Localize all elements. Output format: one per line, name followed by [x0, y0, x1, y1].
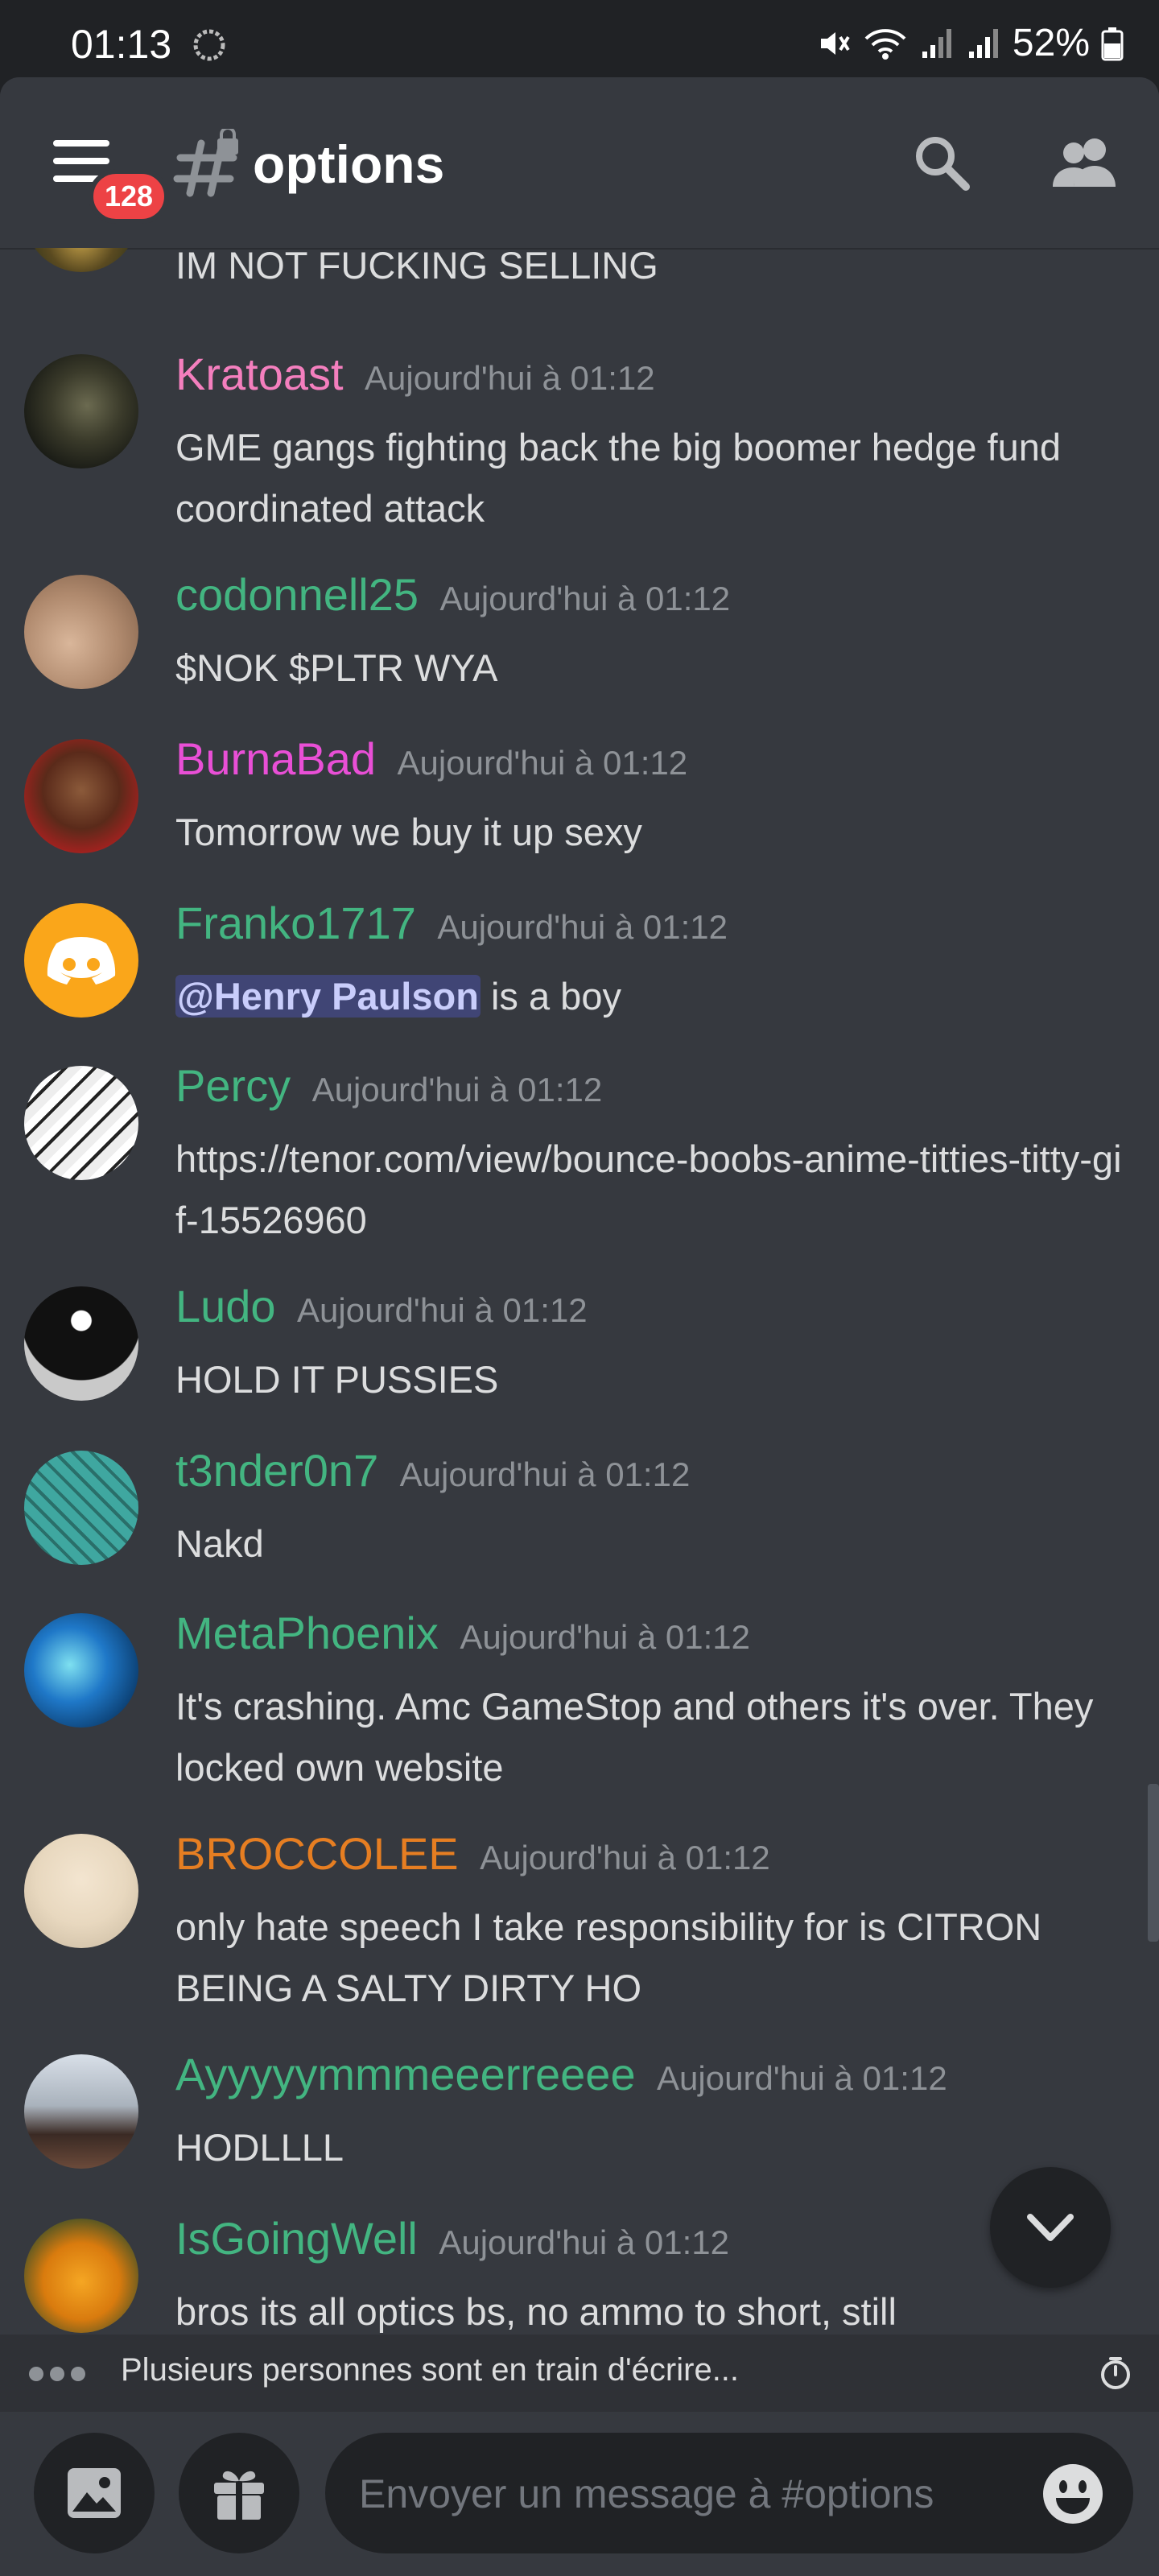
- status-bar: 01:13 52%: [0, 0, 1159, 80]
- jump-to-present-button[interactable]: [990, 2167, 1111, 2288]
- message-author[interactable]: Percy: [175, 1060, 291, 1111]
- message-text: bros its all optics bs, no ammo to short…: [175, 2290, 897, 2333]
- message-timestamp: Aujourd'hui à 01:12: [297, 1291, 588, 1329]
- message-timestamp: Aujourd'hui à 01:12: [480, 1839, 770, 1876]
- message-timestamp: Aujourd'hui à 01:12: [657, 2059, 947, 2097]
- avatar[interactable]: [24, 1286, 138, 1401]
- message-text: HODLLLL: [175, 2126, 344, 2169]
- avatar[interactable]: [24, 2219, 138, 2333]
- message-list[interactable]: IM NOT FUCKING SELLING Kratoast Aujourd'…: [0, 248, 1159, 2413]
- message-text: @Henry Paulson is a boy: [175, 966, 1125, 1027]
- message-input-container[interactable]: [325, 2433, 1133, 2555]
- signal-icon-1: [922, 28, 951, 58]
- message-text: IM NOT FUCKING SELLING: [175, 248, 658, 287]
- message-input[interactable]: [357, 2433, 1021, 2555]
- avatar[interactable]: [24, 903, 138, 1018]
- avatar[interactable]: [24, 1066, 138, 1180]
- battery-percent: 52%: [1012, 22, 1090, 64]
- status-time: 01:13: [71, 22, 172, 67]
- message-text: GME gangs fighting back the big boomer h…: [175, 426, 1062, 530]
- message-timestamp: Aujourd'hui à 01:12: [397, 744, 688, 782]
- message-text-rest: is a boy: [480, 975, 621, 1018]
- message-author[interactable]: Ludo: [175, 1281, 276, 1331]
- message-author[interactable]: Ayyyyymmmeeerreeee: [175, 2049, 636, 2099]
- message-text: HOLD IT PUSSIES: [175, 1358, 499, 1401]
- channel-header: 128 options: [0, 77, 1159, 250]
- message-timestamp: Aujourd'hui à 01:12: [439, 2223, 729, 2261]
- message-author[interactable]: t3nder0n7: [175, 1445, 378, 1496]
- avatar[interactable]: [24, 354, 138, 469]
- avatar[interactable]: [24, 1613, 138, 1728]
- typing-indicator: Plusieurs personnes sont en train d'écri…: [0, 2334, 1159, 2412]
- scrollbar[interactable]: [1148, 1784, 1159, 1942]
- channel-name: options: [253, 134, 445, 194]
- avatar[interactable]: [24, 1834, 138, 1948]
- message-text: Tomorrow we buy it up sexy: [175, 811, 642, 853]
- gift-button[interactable]: [179, 2433, 299, 2553]
- text-channel-locked-icon: [173, 129, 238, 197]
- notification-badge: 128: [89, 169, 169, 224]
- discord-logo-icon: [47, 937, 116, 985]
- search-icon[interactable]: [909, 130, 974, 195]
- wifi-icon: [864, 28, 906, 60]
- message-link[interactable]: https://tenor.com/view/bounce-boobs-anim…: [175, 1129, 1125, 1251]
- message-text: Nakd: [175, 1522, 264, 1565]
- sync-icon: [193, 29, 225, 61]
- chevron-down-icon: [1027, 2214, 1074, 2241]
- message-text: It's crashing. Amc GameStop and others i…: [175, 1685, 1094, 1789]
- battery-icon: [1101, 27, 1124, 60]
- message-author[interactable]: IsGoingWell: [175, 2213, 418, 2264]
- message-author[interactable]: Franko1717: [175, 898, 416, 948]
- message-timestamp: Aujourd'hui à 01:12: [399, 1455, 691, 1493]
- timer-icon: [1101, 2357, 1130, 2389]
- typing-dots: [29, 2367, 85, 2381]
- message-timestamp: Aujourd'hui à 01:12: [365, 359, 655, 397]
- signal-icon-2: [968, 28, 998, 58]
- gift-icon: [214, 2471, 264, 2520]
- mute-icon: [820, 31, 850, 55]
- message-author[interactable]: Kratoast: [175, 349, 344, 399]
- message-author[interactable]: MetaPhoenix: [175, 1608, 439, 1658]
- message-text: $NOK $PLTR WYA: [175, 646, 498, 689]
- avatar[interactable]: [24, 739, 138, 853]
- message-timestamp: Aujourd'hui à 01:12: [437, 908, 728, 946]
- message-text: only hate speech I take responsibility f…: [175, 1905, 1042, 2009]
- message-timestamp: Aujourd'hui à 01:12: [311, 1071, 603, 1108]
- message-composer: [0, 2412, 1159, 2576]
- members-icon[interactable]: [1050, 130, 1120, 195]
- avatar[interactable]: [24, 1451, 138, 1565]
- avatar[interactable]: [24, 2054, 138, 2169]
- message-timestamp: Aujourd'hui à 01:12: [439, 580, 731, 617]
- image-icon: [68, 2468, 121, 2518]
- typing-text: Plusieurs personnes sont en train d'écri…: [121, 2352, 740, 2388]
- chat-panel: 128 options IM NOT FUCKING SELLING Krato…: [0, 77, 1159, 2576]
- avatar[interactable]: [24, 248, 138, 272]
- attach-image-button[interactable]: [34, 2433, 155, 2553]
- avatar[interactable]: [24, 575, 138, 689]
- message-author[interactable]: BROCCOLEE: [175, 1828, 459, 1879]
- emoji-icon[interactable]: [1041, 2462, 1104, 2525]
- message-timestamp: Aujourd'hui à 01:12: [460, 1618, 750, 1656]
- message-author[interactable]: BurnaBad: [175, 733, 376, 784]
- message-author[interactable]: codonnell25: [175, 569, 419, 620]
- user-mention[interactable]: @Henry Paulson: [175, 975, 481, 1018]
